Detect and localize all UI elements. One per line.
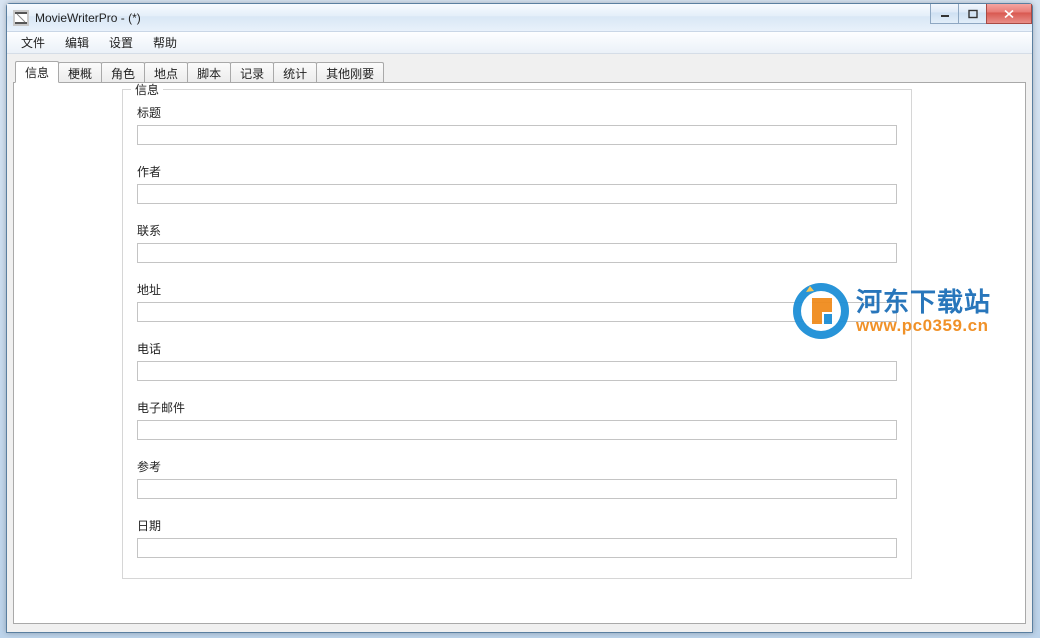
field-author: 作者 [137,163,897,204]
field-email: 电子邮件 [137,399,897,440]
label-date: 日期 [137,517,897,534]
input-author[interactable] [137,184,897,204]
label-title: 标题 [137,104,897,121]
app-window: MovieWriterPro - (*) 文件 编辑 设置 帮助 信息 [6,3,1033,633]
label-author: 作者 [137,163,897,180]
tab-log[interactable]: 记录 [230,62,274,82]
menubar: 文件 编辑 设置 帮助 [7,32,1032,54]
field-date: 日期 [137,517,897,558]
window-title: MovieWriterPro - (*) [35,11,141,25]
label-phone: 电话 [137,340,897,357]
input-title[interactable] [137,125,897,145]
input-address[interactable] [137,302,897,322]
window-controls [931,4,1032,24]
label-contact: 联系 [137,222,897,239]
tab-stats[interactable]: 统计 [273,62,317,82]
titlebar: MovieWriterPro - (*) [7,4,1032,32]
label-email: 电子邮件 [137,399,897,416]
field-phone: 电话 [137,340,897,381]
menu-settings[interactable]: 设置 [99,31,143,54]
field-contact: 联系 [137,222,897,263]
input-date[interactable] [137,538,897,558]
minimize-button[interactable] [930,4,959,24]
input-ref[interactable] [137,479,897,499]
maximize-button[interactable] [958,4,987,24]
field-title: 标题 [137,104,897,145]
field-address: 地址 [137,281,897,322]
app-icon [13,10,29,26]
tab-roles[interactable]: 角色 [101,62,145,82]
field-ref: 参考 [137,458,897,499]
input-contact[interactable] [137,243,897,263]
tab-script[interactable]: 脚本 [187,62,231,82]
info-groupbox: 信息 标题 作者 联系 地址 电话 [122,89,912,579]
tab-panel-info: 信息 标题 作者 联系 地址 电话 [13,82,1026,624]
tab-info[interactable]: 信息 [15,61,59,83]
tab-synopsis[interactable]: 梗概 [58,62,102,82]
input-email[interactable] [137,420,897,440]
input-phone[interactable] [137,361,897,381]
client-area: 信息 梗概 角色 地点 脚本 记录 统计 其他刚要 信息 标题 作者 [7,54,1032,632]
label-address: 地址 [137,281,897,298]
close-button[interactable] [986,4,1032,24]
label-ref: 参考 [137,458,897,475]
tab-places[interactable]: 地点 [144,62,188,82]
menu-edit[interactable]: 编辑 [55,31,99,54]
menu-file[interactable]: 文件 [11,31,55,54]
groupbox-legend: 信息 [131,82,163,98]
tabstrip: 信息 梗概 角色 地点 脚本 记录 统计 其他刚要 [13,60,1026,82]
menu-help[interactable]: 帮助 [143,31,187,54]
tab-other[interactable]: 其他刚要 [316,62,384,82]
